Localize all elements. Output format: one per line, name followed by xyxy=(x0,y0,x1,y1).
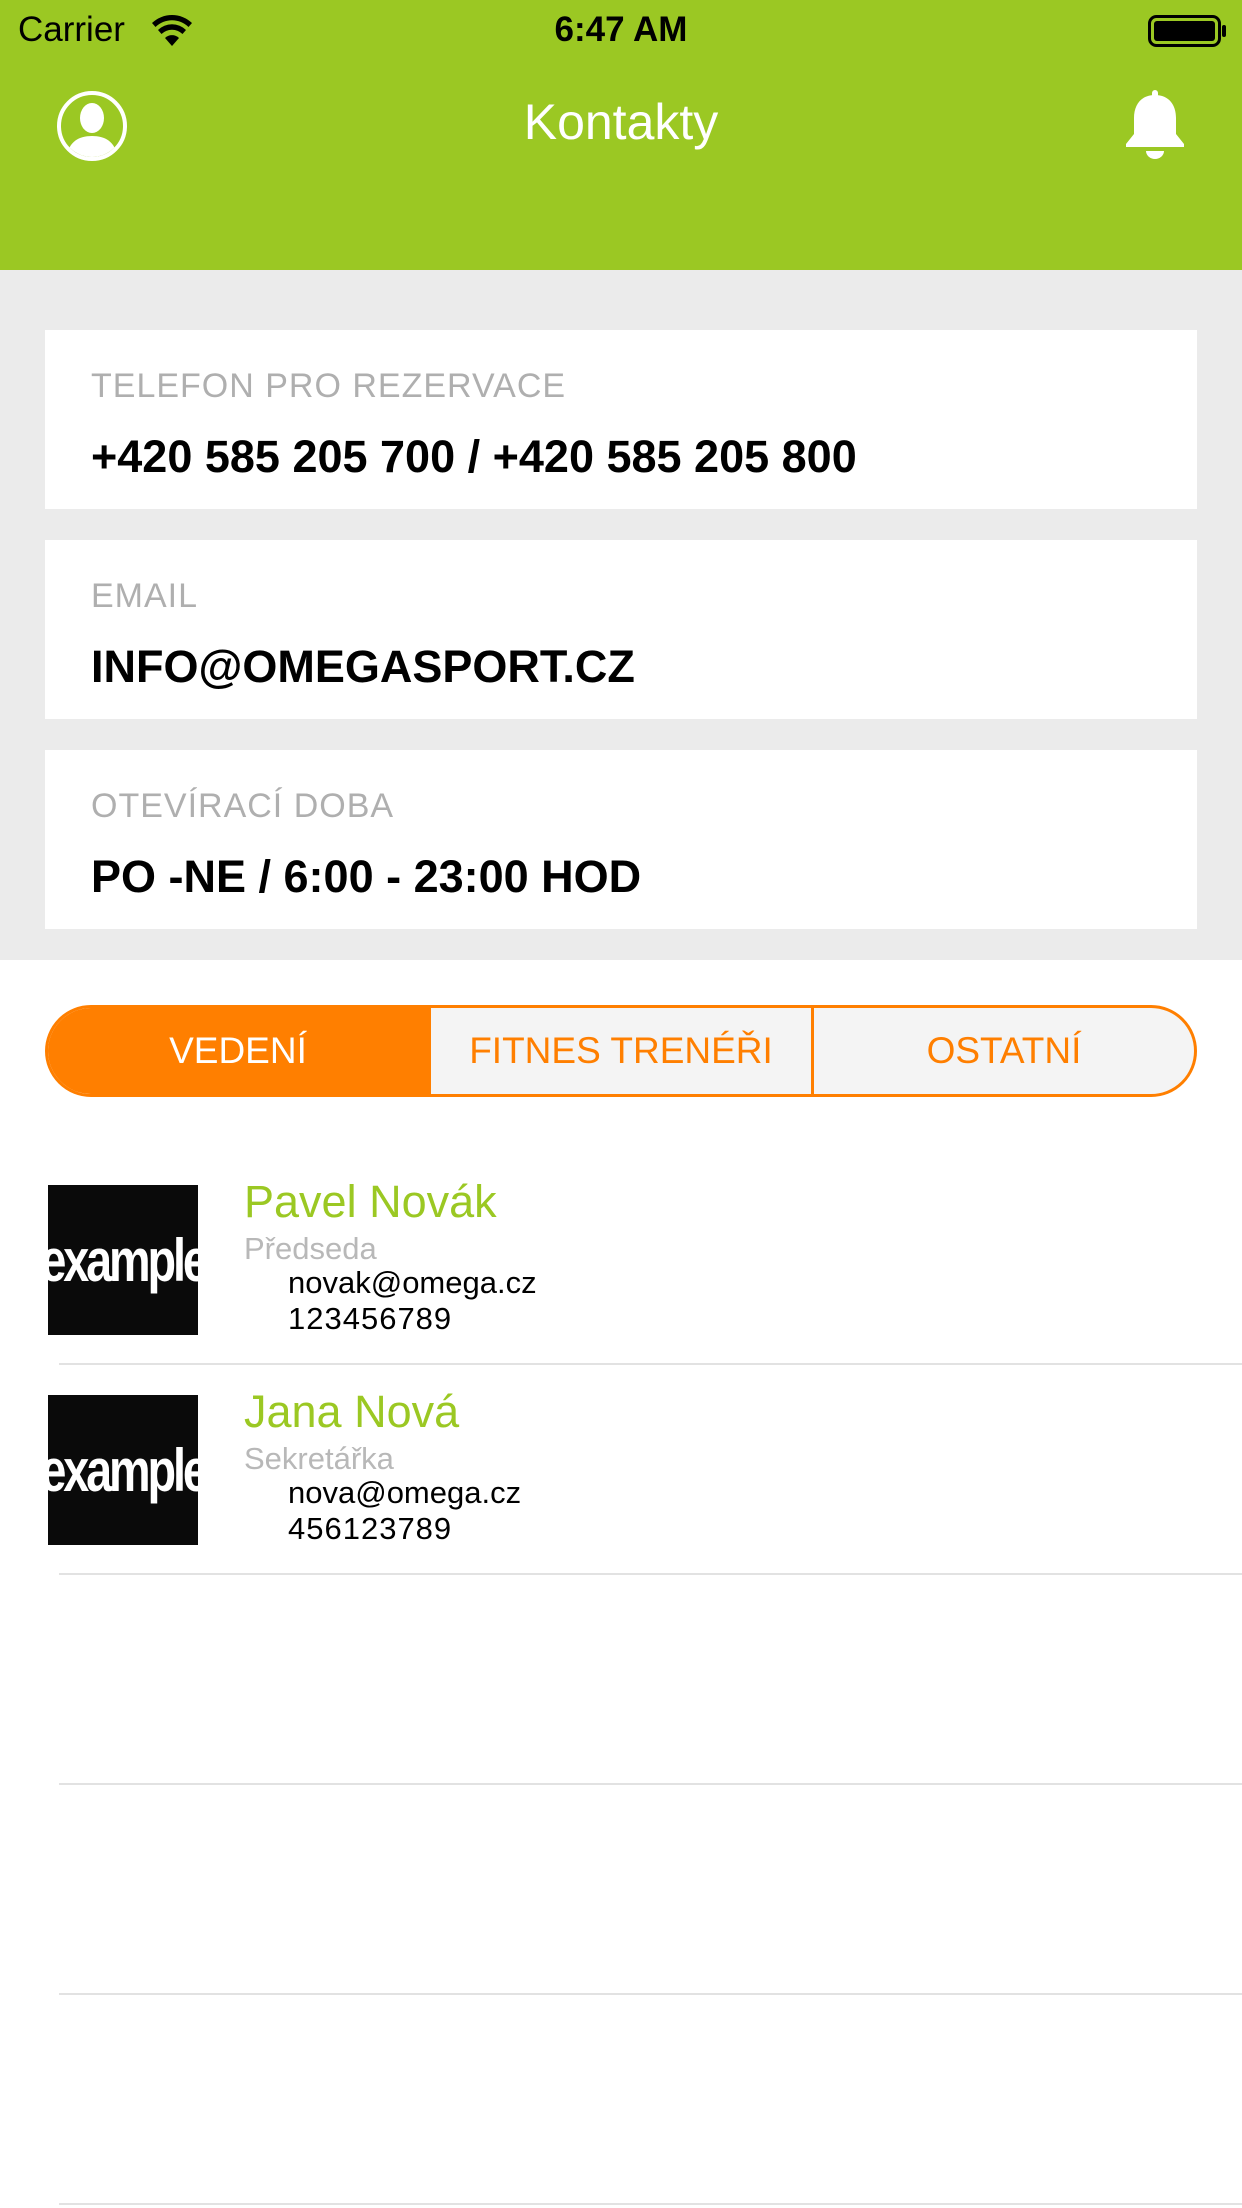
contact-role: Sekretářka xyxy=(244,1441,394,1476)
battery-icon xyxy=(1148,15,1226,47)
phone-label: TELEFON PRO REZERVACE xyxy=(91,367,567,405)
contact-email[interactable]: novak@omega.cz xyxy=(288,1265,537,1301)
contact-name: Pavel Novák xyxy=(244,1176,497,1227)
empty-row xyxy=(0,1785,1242,1995)
list-item[interactable]: example Jana Nová Sekretářka nova@omega.… xyxy=(0,1365,1242,1575)
email-value[interactable]: INFO@OMEGASPORT.CZ xyxy=(91,640,635,694)
tab-fitnes-treneri[interactable]: FITNES TRENÉŘI xyxy=(428,1008,811,1094)
info-section: TELEFON PRO REZERVACE +420 585 205 700 /… xyxy=(0,270,1242,960)
contacts-list: example Pavel Novák Předseda novak@omega… xyxy=(0,1155,1242,2205)
contact-email[interactable]: nova@omega.cz xyxy=(288,1475,521,1511)
avatar: example xyxy=(48,1185,198,1335)
tab-vedeni[interactable]: VEDENÍ xyxy=(48,1008,428,1094)
hours-card: OTEVÍRACÍ DOBA PO -NE / 6:00 - 23:00 HOD xyxy=(45,750,1197,929)
nav-header: Carrier 6:47 AM Kontakty xyxy=(0,0,1242,270)
hours-label: OTEVÍRACÍ DOBA xyxy=(91,787,395,825)
status-bar: Carrier 6:47 AM xyxy=(0,0,1242,60)
email-label: EMAIL xyxy=(91,577,199,615)
avatar: example xyxy=(48,1395,198,1545)
hours-value: PO -NE / 6:00 - 23:00 HOD xyxy=(91,851,642,902)
row-divider xyxy=(59,2203,1242,2205)
tab-ostatni[interactable]: OSTATNÍ xyxy=(811,1008,1194,1094)
phone-value[interactable]: +420 585 205 700 / +420 585 205 800 xyxy=(91,430,857,484)
phone-card[interactable]: TELEFON PRO REZERVACE +420 585 205 700 /… xyxy=(45,330,1197,509)
contact-phone[interactable]: 456123789 xyxy=(288,1511,452,1547)
page-title: Kontakty xyxy=(523,94,719,150)
email-card[interactable]: EMAIL INFO@OMEGASPORT.CZ xyxy=(45,540,1197,719)
bell-icon xyxy=(1126,90,1184,159)
status-time: 6:47 AM xyxy=(554,10,688,49)
empty-row xyxy=(0,1575,1242,1785)
contact-role: Předseda xyxy=(244,1231,377,1266)
empty-row xyxy=(0,1995,1242,2205)
list-item[interactable]: example Pavel Novák Předseda novak@omega… xyxy=(0,1155,1242,1365)
contact-phone[interactable]: 123456789 xyxy=(288,1301,452,1337)
notifications-button[interactable] xyxy=(1122,90,1188,160)
category-tabs: VEDENÍ FITNES TRENÉŘI OSTATNÍ xyxy=(45,1005,1197,1097)
avatar-text: example xyxy=(48,1436,198,1504)
avatar-text: example xyxy=(48,1226,198,1294)
contact-name: Jana Nová xyxy=(244,1386,460,1437)
